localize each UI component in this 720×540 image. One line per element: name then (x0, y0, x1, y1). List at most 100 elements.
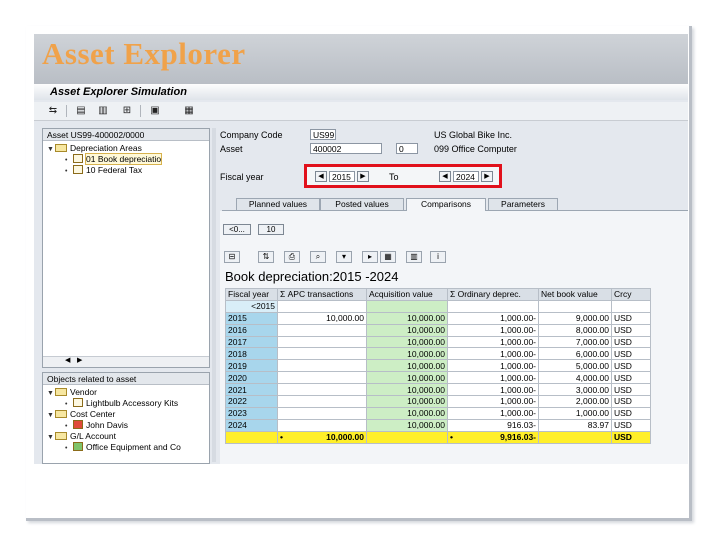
table-cell: 916.03- (447, 418, 539, 432)
asset-number-field[interactable]: 400002 (310, 143, 382, 154)
print-icon[interactable]: ▦ (182, 105, 196, 117)
simulation-icon[interactable]: ▣ (148, 105, 162, 117)
tab-parameters[interactable]: Parameters (488, 198, 558, 210)
table-cell: 9,000.00 (538, 311, 612, 325)
folder-icon (55, 143, 67, 152)
table-cell: 83.97 (538, 418, 612, 432)
column-header-fiscal-year[interactable]: Fiscal year (225, 288, 278, 301)
switch-icon[interactable]: ⇆ (46, 105, 60, 117)
tree-node-vendor-item[interactable]: • Lightbulb Accessory Kits (65, 398, 178, 409)
table-cell: 1,000.00- (447, 347, 539, 361)
table-cell: 2018 (225, 347, 278, 361)
tree-node-gl-account[interactable]: ▼ G/L Account (47, 431, 116, 442)
table-cell: 10,000.00 (366, 335, 448, 349)
panel-splitter[interactable] (212, 128, 216, 462)
table-cell: 10,000.00 (366, 371, 448, 385)
tab-planned-values[interactable]: Planned values (236, 198, 320, 210)
asset-value-icon[interactable]: ▥ (96, 105, 110, 117)
alv-graphic-icon[interactable]: ▥ (406, 251, 422, 263)
table-row[interactable]: 2017 10,000.00 1,000.00- 7,000.00 USD (225, 335, 651, 349)
table-cell: USD (611, 383, 651, 397)
alv-filter-icon[interactable]: ▾ (336, 251, 352, 263)
table-cell: USD (611, 395, 651, 408)
tree-node-gl-account-item[interactable]: • Office Equipment and Co (65, 442, 181, 453)
table-row[interactable]: 2022 10,000.00 1,000.00- 2,000.00 USD (225, 395, 651, 408)
table-row[interactable]: 2015 10,000.00 10,000.00 1,000.00- 9,000.00 U… (225, 311, 651, 325)
folder-icon (55, 431, 67, 440)
table-cell: 2,000.00 (538, 395, 612, 408)
table-row[interactable]: 2019 10,000.00 1,000.00- 5,000.00 USD (225, 359, 651, 373)
tree-node-vendor[interactable]: ▼ Vendor (47, 387, 97, 398)
total-mark: • (450, 432, 453, 443)
sap-window: Asset Explorer Simulation ⇆ ▤ ▥ ⊞ ▣ ▦ As… (34, 84, 688, 464)
fiscal-year-to-field[interactable]: 2024 (453, 171, 479, 182)
expand-triangle-icon[interactable]: ▼ (47, 388, 55, 399)
tree-node-book-depreciation[interactable]: • 01 Book depreciatio (65, 153, 163, 165)
tree-node-cost-center-item[interactable]: • John Davis (65, 420, 128, 431)
table-icon (73, 154, 83, 164)
next-years-button[interactable]: 10 (258, 224, 284, 235)
table-cell: USD (611, 359, 651, 373)
year-from-previous-button[interactable]: ◀ (315, 171, 327, 182)
save-icon[interactable]: ▤ (74, 105, 88, 117)
year-to-next-button[interactable]: ▶ (481, 171, 493, 182)
table-row[interactable]: 2021 10,000.00 1,000.00- 3,000.00 USD (225, 383, 651, 397)
tree-node-depreciation-areas[interactable]: ▼ Depreciation Areas (47, 143, 142, 154)
column-header-currency[interactable]: Crcy (611, 288, 651, 301)
table-icon (73, 165, 83, 175)
totals-row[interactable]: • 10,000.00 • 9,916.03- USD (225, 430, 651, 444)
year-from-next-button[interactable]: ▶ (357, 171, 369, 182)
expand-triangle-icon[interactable]: ▼ (47, 144, 55, 155)
alv-layout-icon[interactable]: ▦ (380, 251, 396, 263)
column-header-net-book-value[interactable]: Net book value (538, 288, 612, 301)
expand-triangle-icon[interactable]: ▼ (47, 410, 55, 421)
table-cell: 2015 (225, 311, 278, 325)
alv-print-icon[interactable]: ⎙ (284, 251, 300, 263)
toolbar-separator (66, 105, 67, 117)
window-title: Asset Explorer Simulation (34, 84, 688, 100)
previous-years-button[interactable]: <0... (223, 224, 251, 235)
table-cell: 2021 (225, 383, 278, 397)
depreciation-icon[interactable]: ⊞ (120, 105, 134, 117)
table-cell: 1,000.00- (447, 311, 539, 325)
scroll-left-icon[interactable]: ◀ (65, 356, 70, 364)
asset-description: 099 Office Computer (434, 144, 517, 154)
alv-details-icon[interactable]: ⊟ (224, 251, 240, 263)
expand-triangle-icon[interactable]: ▼ (47, 432, 55, 443)
asset-subnumber-field[interactable]: 0 (396, 143, 418, 154)
alv-find-icon[interactable]: ⌕ (310, 251, 326, 263)
asset-label: Asset (220, 144, 243, 154)
alv-sort-icon[interactable]: ⇅ (258, 251, 274, 263)
table-cell: USD (611, 347, 651, 361)
table-cell (277, 299, 367, 313)
horizontal-scrollbar[interactable]: ◀ ▶ (43, 356, 209, 367)
table-row[interactable]: 2020 10,000.00 1,000.00- 4,000.00 USD (225, 371, 651, 385)
table-row[interactable]: 2016 10,000.00 1,000.00- 8,000.00 USD (225, 323, 651, 337)
table-row[interactable]: 2023 10,000.00 1,000.00- 1,000.00 USD (225, 406, 651, 420)
column-header-acquisition[interactable]: Acquisition value (366, 288, 448, 301)
table-row[interactable]: <2015 (225, 299, 651, 313)
scroll-right-icon[interactable]: ▶ (77, 356, 82, 364)
table-row[interactable]: 2018 10,000.00 1,000.00- 6,000.00 USD (225, 347, 651, 361)
alv-export-icon[interactable]: ▸ (362, 251, 378, 263)
asset-tree-header: Asset US99-400002/0000 (43, 129, 209, 141)
column-header-ordinary-deprec[interactable]: Σ Ordinary deprec. (447, 288, 539, 301)
table-row[interactable]: 2024 10,000.00 916.03- 83.97 USD (225, 418, 651, 432)
year-to-previous-button[interactable]: ◀ (439, 171, 451, 182)
account-icon (73, 442, 83, 452)
tab-comparisons[interactable]: Comparisons (406, 198, 486, 211)
table-cell: 1,000.00- (447, 335, 539, 349)
fiscal-year-highlight: ◀ 2015 ▶ To ◀ 2024 ▶ (304, 164, 502, 188)
total-value: 10,000.00 (326, 432, 364, 443)
fiscal-year-from-field[interactable]: 2015 (329, 171, 355, 182)
column-header-apc[interactable]: Σ APC transactions (277, 288, 367, 301)
company-code-field[interactable]: US99 (310, 129, 336, 140)
related-objects-header: Objects related to asset (43, 373, 209, 385)
tree-node-federal-tax[interactable]: • 10 Federal Tax (65, 165, 142, 176)
table-cell: 6,000.00 (538, 347, 612, 361)
tree-node-cost-center[interactable]: ▼ Cost Center (47, 409, 115, 420)
tab-posted-values[interactable]: Posted values (320, 198, 404, 210)
company-code-description: US Global Bike Inc. (434, 130, 513, 140)
alv-info-icon[interactable]: i (430, 251, 446, 263)
table-cell: 4,000.00 (538, 371, 612, 385)
